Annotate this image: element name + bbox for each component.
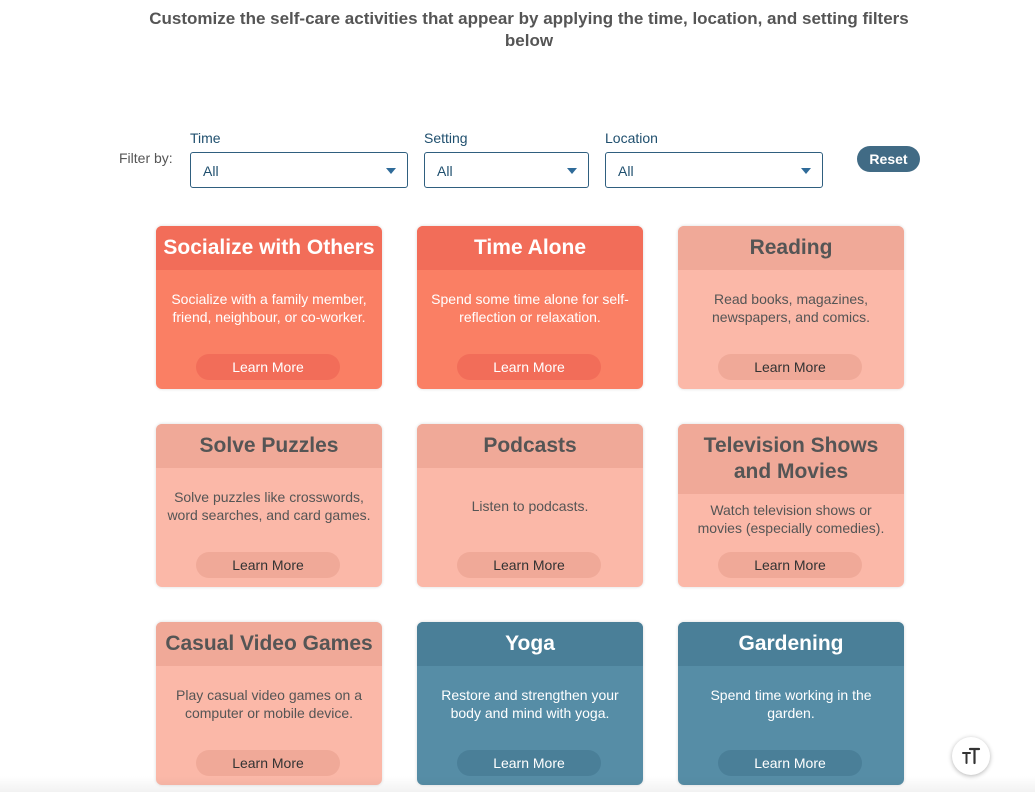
card-description: Solve puzzles like crosswords, word sear… (167, 488, 371, 523)
font-size-button[interactable] (952, 737, 990, 775)
text-size-icon (962, 747, 981, 765)
activity-card-casual-video-games: Casual Video Games Play casual video gam… (156, 622, 382, 785)
activity-card-gardening: Gardening Spend time working in the gard… (678, 622, 904, 785)
chevron-down-icon (801, 168, 811, 174)
card-description: Spend time working in the garden. (710, 686, 872, 721)
card-title: Gardening (678, 622, 904, 666)
card-description: Play casual video games on a computer or… (176, 686, 362, 721)
learn-more-button[interactable]: Learn More (718, 552, 862, 578)
learn-more-button[interactable]: Learn More (196, 552, 340, 578)
activity-card-television: Television Shows and Movies Watch televi… (678, 424, 904, 587)
chevron-down-icon (386, 168, 396, 174)
card-title: Socialize with Others (156, 226, 382, 270)
card-description: Restore and strengthen your body and min… (441, 686, 619, 721)
setting-select[interactable]: All (424, 152, 589, 188)
learn-more-button[interactable]: Learn More (457, 750, 601, 776)
card-description: Watch television shows or movies (especi… (697, 501, 885, 536)
setting-filter-label: Setting (424, 130, 468, 146)
learn-more-button[interactable]: Learn More (196, 354, 340, 380)
card-title: Yoga (417, 622, 643, 666)
card-title: Reading (678, 226, 904, 270)
location-select-value: All (618, 163, 634, 179)
card-title: Solve Puzzles (156, 424, 382, 468)
learn-more-button[interactable]: Learn More (196, 750, 340, 776)
learn-more-button[interactable]: Learn More (718, 750, 862, 776)
location-select[interactable]: All (605, 152, 823, 188)
reset-button[interactable]: Reset (857, 146, 920, 172)
bottom-fade (0, 776, 1035, 792)
time-filter: Time All (190, 130, 408, 188)
card-title: Time Alone (417, 226, 643, 270)
setting-filter: Setting All (424, 130, 589, 188)
page: Customize the self-care activities that … (0, 0, 1035, 792)
setting-select-value: All (437, 163, 453, 179)
activity-card-socialize: Socialize with Others Socialize with a f… (156, 226, 382, 389)
learn-more-button[interactable]: Learn More (718, 354, 862, 380)
filter-by-label: Filter by: (119, 150, 173, 166)
location-filter-label: Location (605, 130, 658, 146)
activity-card-solve-puzzles: Solve Puzzles Solve puzzles like crosswo… (156, 424, 382, 587)
card-description: Read books, magazines, newspapers, and c… (712, 290, 870, 325)
card-description: Socialize with a family member, friend, … (171, 290, 367, 325)
activity-card-yoga: Yoga Restore and strengthen your body an… (417, 622, 643, 785)
card-title: Podcasts (417, 424, 643, 468)
location-filter: Location All (605, 130, 823, 188)
learn-more-button[interactable]: Learn More (457, 354, 601, 380)
activity-card-reading: Reading Read books, magazines, newspaper… (678, 226, 904, 389)
card-title: Casual Video Games (156, 622, 382, 666)
time-select-value: All (203, 163, 219, 179)
card-title: Television Shows and Movies (678, 424, 904, 494)
chevron-down-icon (567, 168, 577, 174)
intro-heading: Customize the self-care activities that … (149, 9, 909, 50)
activity-card-time-alone: Time Alone Spend some time alone for sel… (417, 226, 643, 389)
activity-card-podcasts: Podcasts Listen to podcasts. Learn More (417, 424, 643, 587)
time-select[interactable]: All (190, 152, 408, 188)
time-filter-label: Time (190, 130, 221, 146)
card-description: Listen to podcasts. (471, 497, 589, 514)
card-description: Spend some time alone for self-reflectio… (431, 290, 629, 325)
learn-more-button[interactable]: Learn More (457, 552, 601, 578)
